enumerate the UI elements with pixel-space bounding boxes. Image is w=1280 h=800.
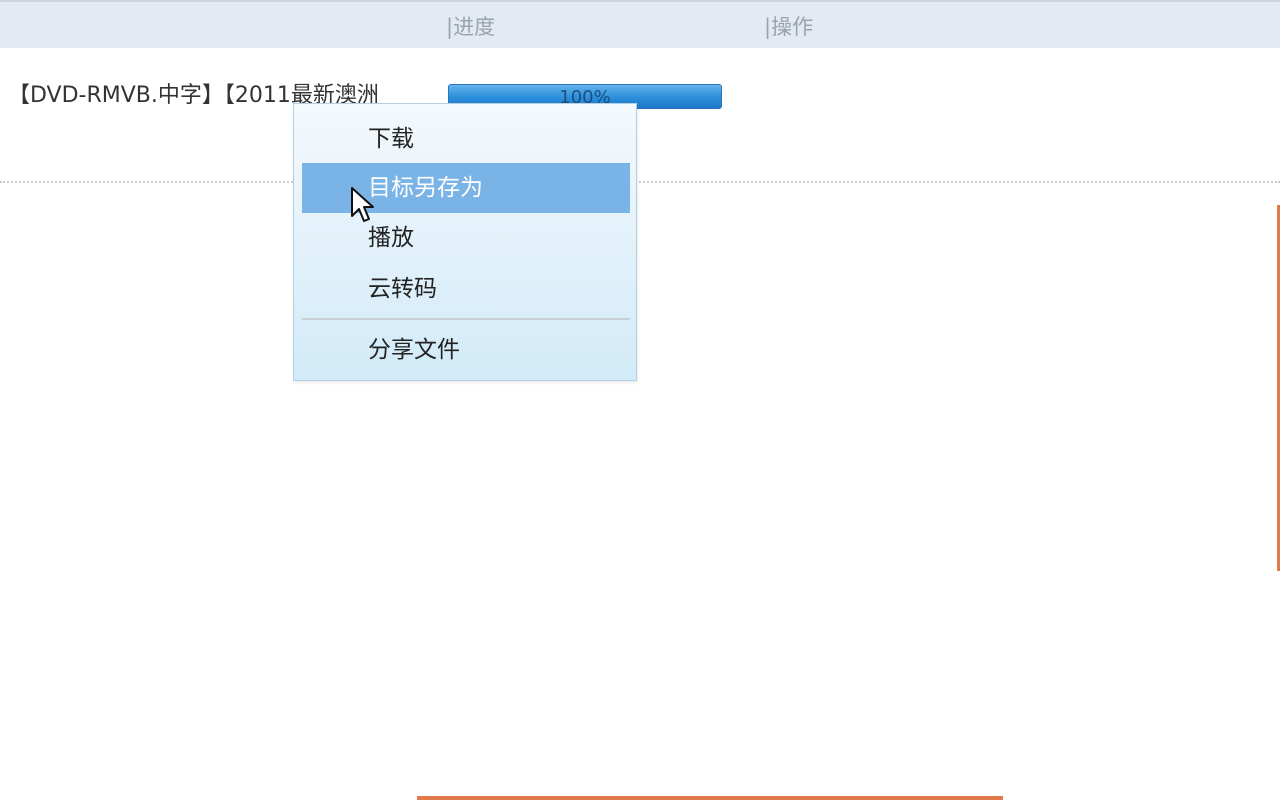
progress-column-header[interactable]: |进度 (446, 14, 495, 40)
actions-column-header[interactable]: |操作 (764, 14, 813, 40)
mouse-cursor-icon (351, 187, 374, 222)
bottom-accent-line (417, 796, 1003, 800)
file-row[interactable]: 【DVD-RMVB.中字】【2011最新澳洲 100% (0, 48, 1280, 182)
menu-item-download[interactable]: 下载 (302, 114, 630, 164)
menu-item-cloud-transcode[interactable]: 云转码 (302, 264, 630, 314)
row-divider (0, 181, 1280, 183)
menu-separator (302, 318, 630, 320)
context-menu: 下载 目标另存为 播放 云转码 分享文件 (293, 103, 637, 381)
menu-item-share-file[interactable]: 分享文件 (302, 325, 630, 375)
table-header: |进度 |操作 (0, 0, 1280, 48)
